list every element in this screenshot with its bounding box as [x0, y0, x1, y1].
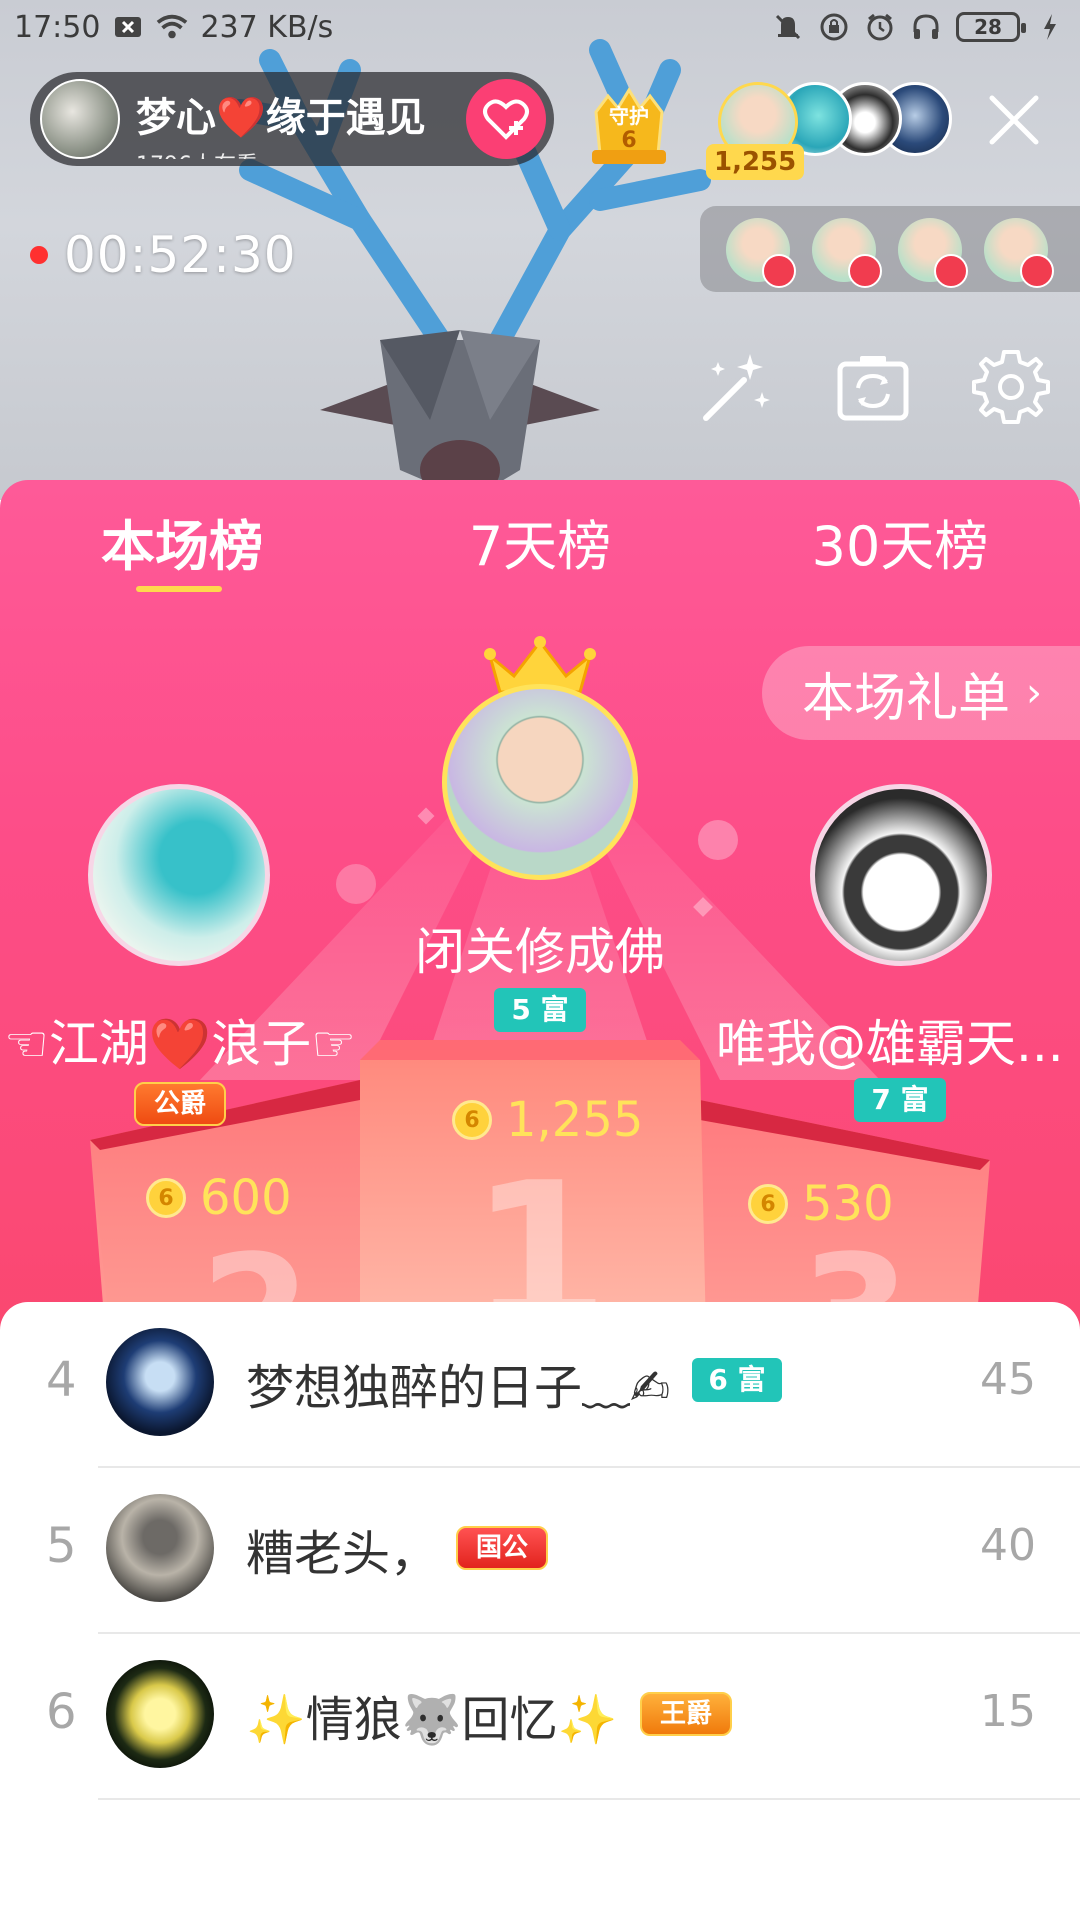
host-name: 梦心❤️缘于遇见 — [136, 95, 426, 141]
noble-badge: 王爵 — [640, 1692, 733, 1736]
mic-seat-3[interactable] — [898, 218, 968, 288]
guard-badge[interactable]: 守护 6 — [586, 82, 672, 168]
guard-count: 6 — [621, 128, 637, 153]
battery-indicator: 28 — [956, 12, 1026, 42]
session-gift-list-button[interactable]: 本场礼单 › — [762, 646, 1080, 740]
top-viewers-stack[interactable]: 1,255 — [706, 82, 952, 180]
rank1-wealth-badge: 5 富 — [494, 988, 586, 1032]
beauty-wand-icon[interactable] — [696, 348, 774, 426]
list-item[interactable]: 4 梦想独醉的日子﹏✍ 6 富 45 — [0, 1302, 1080, 1468]
rank2-amount: 600 — [200, 1170, 292, 1226]
avatar[interactable] — [106, 1494, 214, 1602]
status-time: 17:50 — [14, 9, 101, 45]
avatar[interactable] — [106, 1660, 214, 1768]
rank2-amount-row: 6 600 — [146, 1170, 292, 1226]
lock-rotation-icon — [818, 11, 850, 43]
wifi-icon — [156, 11, 188, 43]
mic-seat-2[interactable] — [812, 218, 882, 288]
rank1-amount: 1,255 — [506, 1092, 644, 1148]
status-bar: 17:50 237 KB/s 28 — [0, 0, 1080, 54]
list-item[interactable]: 5 糟老头， 国公 40 — [0, 1468, 1080, 1634]
sofa-icon — [762, 254, 796, 288]
network-speed: 237 KB/s — [200, 9, 334, 45]
host-avatar[interactable] — [40, 79, 120, 159]
charging-icon — [1034, 11, 1066, 43]
active-tab-underline — [136, 586, 222, 592]
divider — [98, 1798, 1080, 1800]
headphones-icon — [910, 11, 942, 43]
sofa-icon — [848, 254, 882, 288]
user-name: 糟老头， — [246, 1526, 439, 1582]
rank-number: 4 — [46, 1352, 77, 1408]
user-name: ✨情狼🐺回忆✨ — [246, 1692, 618, 1748]
settings-gear-icon[interactable] — [972, 348, 1050, 426]
tab-this-session[interactable]: 本场榜 — [62, 502, 302, 581]
sofa-icon — [1020, 254, 1054, 288]
rank3-amount-row: 6 530 — [748, 1176, 894, 1232]
coin-icon: 6 — [146, 1178, 186, 1218]
score: 40 — [980, 1520, 1036, 1571]
viewer-contribution-count: 1,255 — [706, 144, 805, 180]
rank2-avatar[interactable] — [88, 784, 270, 966]
chevron-right-icon: › — [1026, 670, 1043, 716]
live-timer: 00:52:30 — [64, 226, 297, 284]
rank3-avatar[interactable] — [810, 784, 992, 966]
alarm-icon — [864, 11, 896, 43]
rank2-noble-badge: 公爵 — [134, 1082, 227, 1126]
coin-icon: 6 — [452, 1100, 492, 1140]
gift-list-label: 本场礼单 — [802, 668, 1011, 729]
ranking-list: 4 梦想独醉的日子﹏✍ 6 富 45 5 糟老头， 国公 40 6 ✨情狼🐺回忆… — [0, 1302, 1080, 1920]
switch-camera-icon[interactable] — [834, 348, 912, 426]
rank-number: 5 — [46, 1518, 77, 1574]
score: 15 — [980, 1686, 1036, 1737]
mic-seat-4[interactable] — [984, 218, 1054, 288]
mic-seat-1[interactable] — [726, 218, 796, 288]
rank1-avatar[interactable] — [442, 684, 638, 880]
rank1-name: 闭关修成佛 — [415, 923, 665, 981]
avatar[interactable] — [106, 1328, 214, 1436]
score: 45 — [980, 1354, 1036, 1405]
noble-badge: 国公 — [456, 1526, 549, 1570]
user-name: 梦想独醉的日子﹏✍ — [246, 1360, 671, 1416]
notification-close-icon — [112, 11, 144, 43]
wealth-badge: 6 富 — [692, 1358, 782, 1402]
close-icon[interactable] — [986, 92, 1042, 148]
sofa-icon — [934, 254, 968, 288]
mute-bell-icon — [772, 11, 804, 43]
rank3-wealth-badge: 7 富 — [854, 1078, 946, 1122]
rank2-name: ☜江湖❤️浪子☞ — [4, 1015, 356, 1073]
mic-seat-row — [700, 206, 1080, 292]
coin-icon: 6 — [748, 1184, 788, 1224]
heart-plus-icon — [483, 99, 529, 140]
rank-number: 6 — [46, 1684, 77, 1740]
rank3-name: 唯我@雄霸天... — [716, 1015, 1064, 1073]
tab-30-days[interactable]: 30天榜 — [780, 502, 1020, 581]
live-indicator-dot — [30, 246, 48, 264]
follow-button[interactable] — [466, 79, 546, 159]
viewer-count: 1796人在看 — [136, 147, 466, 159]
tab-7-days[interactable]: 7天榜 — [420, 502, 660, 581]
guard-label: 守护 — [609, 104, 649, 128]
host-info-pill[interactable]: 梦心❤️缘于遇见 1796人在看 — [30, 72, 554, 166]
list-item[interactable]: 6 ✨情狼🐺回忆✨ 王爵 15 — [0, 1634, 1080, 1800]
rank3-amount: 530 — [802, 1176, 894, 1232]
rank1-amount-row: 6 1,255 — [452, 1092, 643, 1148]
